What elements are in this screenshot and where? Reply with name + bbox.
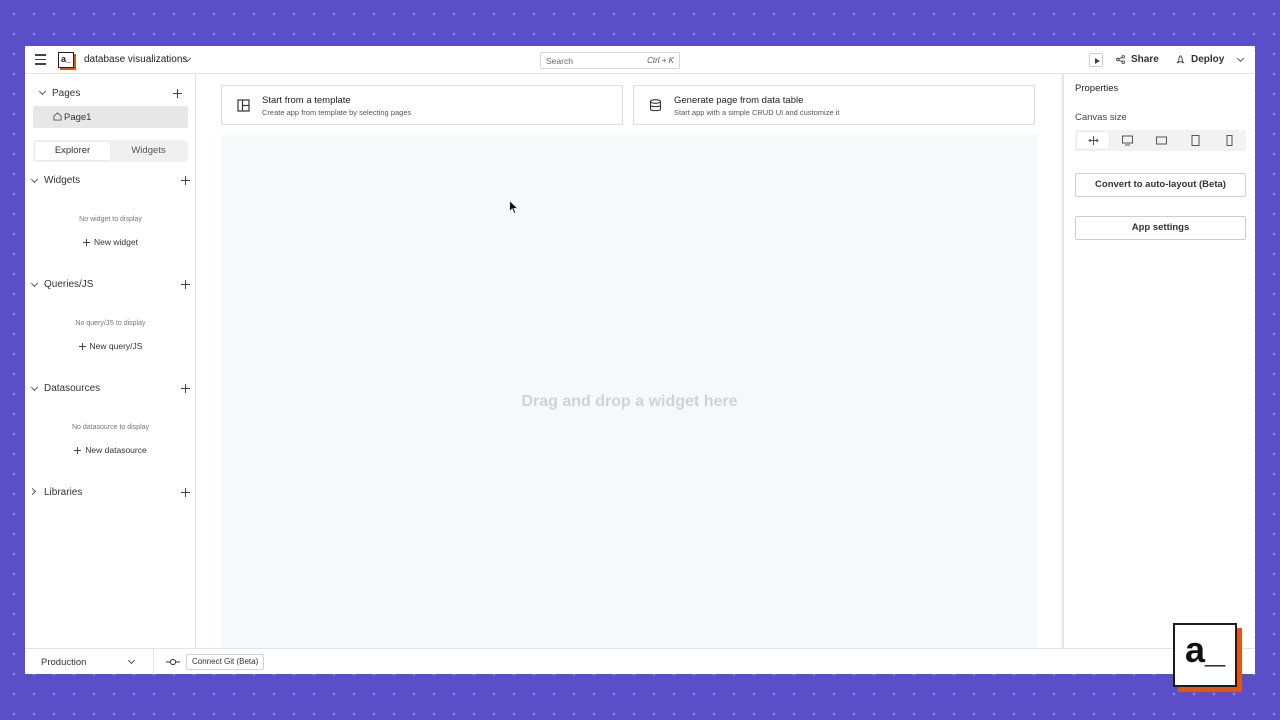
- mobile-icon: [1226, 135, 1233, 146]
- widget-drop-zone[interactable]: Drag and drop a widget here: [221, 135, 1038, 648]
- git-commit-icon: [166, 658, 180, 666]
- widgets-section-title[interactable]: Widgets: [44, 175, 80, 186]
- search-shortcut: Ctrl + K: [647, 56, 674, 65]
- tablet-portrait-icon: [1191, 135, 1200, 146]
- pages-title: Pages: [52, 88, 81, 99]
- deploy-button[interactable]: Deploy: [1191, 54, 1224, 65]
- add-datasource-icon[interactable]: [181, 384, 190, 393]
- properties-title: Properties: [1075, 83, 1119, 94]
- properties-pane: Properties Canvas size Convert to auto-l…: [1063, 74, 1255, 648]
- new-datasource-button[interactable]: New datasource: [25, 445, 196, 455]
- tab-explorer[interactable]: Explorer: [35, 142, 110, 160]
- app-settings-button[interactable]: App settings: [1075, 216, 1246, 240]
- new-query-label: New query/JS: [89, 341, 143, 351]
- queries-section-title[interactable]: Queries/JS: [44, 279, 93, 290]
- drop-zone-text: Drag and drop a widget here: [521, 393, 738, 410]
- plus-icon: [83, 238, 91, 246]
- generate-page-card[interactable]: Generate page from data table Start app …: [633, 85, 1035, 125]
- datasources-section-title[interactable]: Datasources: [44, 383, 100, 394]
- tablet-landscape-icon: [1156, 136, 1167, 145]
- connect-git-button[interactable]: Connect Git (Beta): [186, 654, 265, 670]
- layout-template-icon: [237, 99, 250, 112]
- tablet-landscape-size-option[interactable]: [1145, 132, 1177, 149]
- chevron-down-icon[interactable]: [30, 175, 39, 184]
- explorer-sidebar: Pages Page1 Explorer Widgets Widgets No …: [25, 74, 196, 648]
- card-title: Generate page from data table: [674, 95, 804, 106]
- new-datasource-label: New datasource: [85, 445, 147, 455]
- top-header: a_ database visualizations Search Ctrl +…: [25, 46, 1255, 74]
- divider: [153, 649, 154, 674]
- chevron-right-icon[interactable]: [28, 487, 37, 496]
- desktop-icon: [1122, 135, 1133, 146]
- mobile-size-option[interactable]: [1213, 132, 1245, 149]
- brand-logo: a_: [1173, 623, 1237, 687]
- home-icon: [53, 112, 62, 121]
- mouse-cursor-icon: [509, 200, 519, 215]
- card-title: Start from a template: [262, 95, 351, 106]
- search-placeholder: Search: [546, 56, 573, 66]
- app-logo[interactable]: a_: [58, 52, 74, 68]
- canvas-size-selector: [1075, 130, 1246, 151]
- explorer-widgets-switch: Explorer Widgets: [33, 140, 188, 162]
- card-subtitle: Start app with a simple CRUD UI and cust…: [674, 108, 840, 117]
- new-query-button[interactable]: New query/JS: [25, 341, 196, 351]
- share-icon[interactable]: [1116, 55, 1125, 64]
- tab-widgets[interactable]: Widgets: [111, 142, 186, 160]
- rocket-icon[interactable]: [1176, 55, 1185, 65]
- app-name[interactable]: database visualizations: [84, 54, 187, 65]
- search-input[interactable]: Search Ctrl + K: [540, 52, 680, 69]
- add-page-icon[interactable]: [173, 89, 182, 98]
- menu-icon[interactable]: [35, 54, 46, 66]
- app-window: a_ database visualizations Search Ctrl +…: [25, 46, 1255, 674]
- start-from-template-card[interactable]: Start from a template Create app from te…: [221, 85, 623, 125]
- queries-empty-text: No query/JS to display: [75, 320, 146, 327]
- libraries-section-title[interactable]: Libraries: [44, 487, 82, 498]
- fluid-icon: [1088, 136, 1099, 145]
- fluid-size-option[interactable]: [1077, 132, 1109, 149]
- desktop-size-option[interactable]: [1111, 132, 1143, 149]
- bottom-bar: Production Connect Git (Beta) p: [25, 648, 1255, 674]
- chevron-down-icon[interactable]: [30, 383, 39, 392]
- share-button[interactable]: Share: [1131, 54, 1159, 65]
- tablet-portrait-size-option[interactable]: [1179, 132, 1211, 149]
- database-icon: [649, 99, 662, 112]
- canvas-area: Start from a template Create app from te…: [196, 74, 1063, 648]
- new-widget-button[interactable]: New widget: [25, 237, 196, 247]
- add-query-icon[interactable]: [181, 280, 190, 289]
- add-library-icon[interactable]: [181, 488, 190, 497]
- widgets-empty-text: No widget to display: [79, 216, 142, 223]
- plus-icon: [78, 342, 86, 350]
- preview-button[interactable]: [1089, 53, 1103, 67]
- chevron-down-icon[interactable]: [127, 656, 136, 665]
- page-item-page1[interactable]: Page1: [33, 106, 188, 128]
- chevron-down-icon[interactable]: [38, 87, 47, 96]
- environment-select[interactable]: Production: [41, 657, 86, 668]
- chevron-down-icon[interactable]: [30, 279, 39, 288]
- add-widget-icon[interactable]: [181, 176, 190, 185]
- card-subtitle: Create app from template by selecting pa…: [262, 108, 412, 117]
- page-item-label: Page1: [64, 112, 92, 123]
- datasources-empty-text: No datasource to display: [71, 424, 150, 431]
- canvas-size-label: Canvas size: [1075, 112, 1127, 123]
- help-button[interactable]: p: [1237, 658, 1243, 668]
- new-widget-label: New widget: [94, 237, 138, 247]
- convert-auto-layout-button[interactable]: Convert to auto-layout (Beta): [1075, 173, 1246, 197]
- plus-icon: [74, 446, 82, 454]
- chevron-down-icon[interactable]: [1236, 54, 1245, 63]
